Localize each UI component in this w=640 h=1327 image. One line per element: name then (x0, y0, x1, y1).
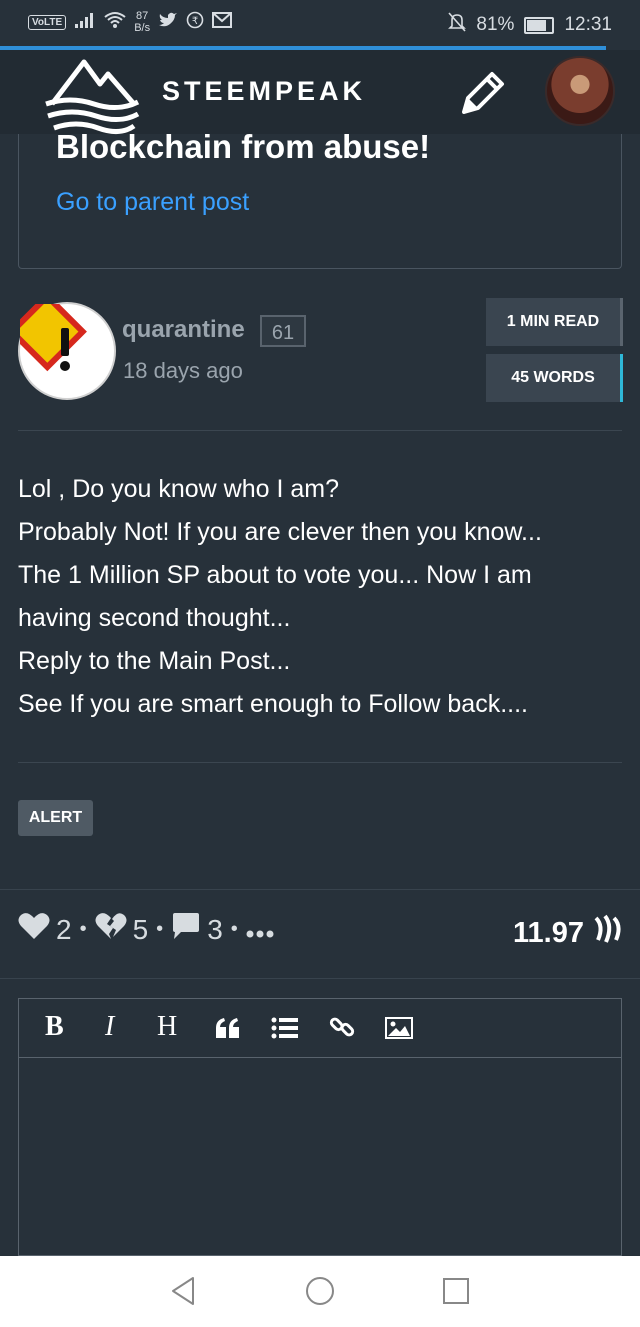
body-line: The 1 Million SP about to vote you... No… (18, 561, 532, 589)
recents-icon[interactable] (442, 1277, 470, 1310)
wifi-icon (104, 11, 126, 34)
list-icon[interactable] (271, 1015, 299, 1047)
author-name[interactable]: quarantine (122, 316, 245, 344)
twitter-icon (158, 12, 178, 33)
separator-dot: • (156, 918, 164, 940)
read-time-badge: 1 MIN READ (486, 298, 623, 346)
reputation-badge: 61 (260, 315, 306, 347)
downvote-count[interactable]: 5 (133, 914, 149, 946)
heading-button[interactable]: H (157, 1011, 177, 1043)
post-body: Lol , Do you know who I am? Probably Not… (18, 468, 618, 726)
body-line: Lol , Do you know who I am? (18, 475, 339, 503)
status-bar: VoLTE 87 B/s ₹ 81% 12:31 (0, 0, 640, 46)
back-icon[interactable] (170, 1276, 196, 1311)
user-avatar[interactable] (545, 56, 615, 126)
link-icon[interactable] (329, 1014, 355, 1048)
speed-value: 87 (136, 10, 149, 22)
post-time[interactable]: 18 days ago (123, 358, 243, 384)
svg-text:₹: ₹ (192, 16, 198, 27)
more-icon[interactable] (246, 914, 274, 946)
divider (18, 762, 622, 763)
downvote-broken-heart-icon[interactable] (95, 912, 127, 947)
warning-icon (7, 292, 87, 372)
divider (0, 978, 640, 979)
editor-textarea[interactable] (19, 1058, 621, 1255)
separator-dot: • (230, 918, 238, 940)
italic-button[interactable]: I (105, 1011, 114, 1043)
bold-button[interactable]: B (45, 1011, 64, 1043)
pencil-icon[interactable] (456, 68, 508, 125)
app-header: STEEMPEAK (0, 50, 640, 134)
editor-toolbar: B I H (19, 999, 621, 1058)
home-icon[interactable] (305, 1276, 335, 1311)
upvote-heart-icon[interactable] (18, 912, 50, 947)
go-to-parent-link[interactable]: Go to parent post (56, 188, 249, 217)
signal-icon (74, 11, 96, 34)
network-speed: 87 B/s (134, 10, 150, 34)
currency-icon: ₹ (186, 11, 204, 34)
system-nav-bar (0, 1256, 640, 1327)
body-line: Reply to the Main Post... (18, 647, 291, 675)
body-line: having second thought... (18, 604, 291, 632)
body-line: Probably Not! If you are clever then you… (18, 518, 542, 546)
comment-icon[interactable] (171, 912, 201, 947)
mail-icon (212, 11, 233, 33)
battery-percent: 81% (476, 14, 515, 35)
upvote-count[interactable]: 2 (56, 914, 72, 946)
speed-unit: B/s (134, 22, 151, 34)
separator-dot: • (79, 918, 87, 940)
battery-icon (524, 16, 555, 34)
payout[interactable]: 11.97 (513, 914, 622, 952)
brand-name[interactable]: STEEMPEAK (162, 76, 366, 107)
payout-value: 11.97 (513, 916, 584, 949)
post-actions: 2 • 5 • 3 • (18, 912, 274, 947)
steempeak-logo[interactable] (44, 56, 140, 141)
divider (0, 889, 640, 890)
image-icon[interactable] (385, 1015, 413, 1047)
clock: 12:31 (564, 14, 612, 35)
author-avatar[interactable] (7, 292, 116, 400)
comment-editor: B I H (18, 998, 622, 1256)
divider (18, 430, 622, 431)
tag-alert[interactable]: ALERT (18, 800, 93, 836)
comment-count[interactable]: 3 (207, 914, 223, 946)
mute-bell-icon (448, 12, 467, 38)
word-count-badge: 45 WORDS (486, 354, 623, 402)
steem-icon (592, 914, 622, 952)
quote-icon[interactable] (215, 1015, 241, 1047)
body-line: See If you are smart enough to Follow ba… (18, 690, 528, 718)
volte-badge: VoLTE (28, 14, 67, 30)
